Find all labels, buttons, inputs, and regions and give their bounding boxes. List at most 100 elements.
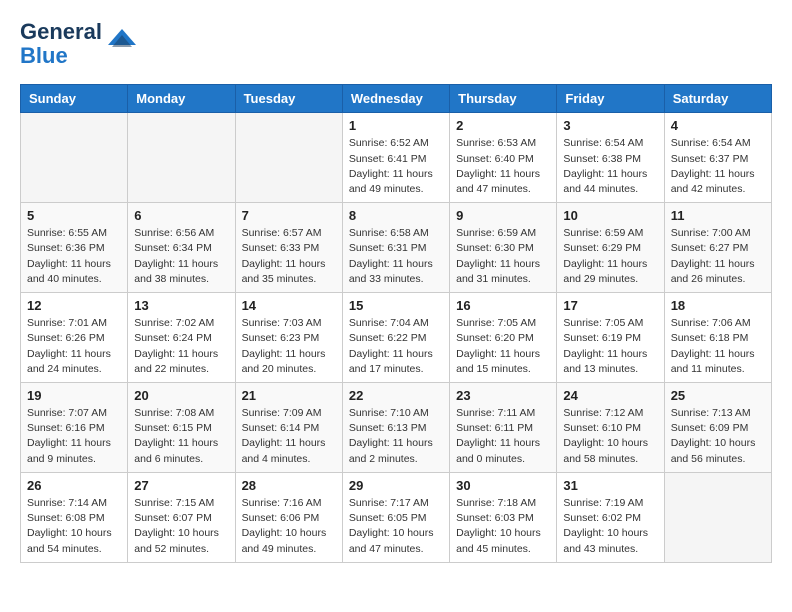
day-of-week-header: Saturday <box>664 85 771 113</box>
calendar-day-cell: 11 Sunrise: 7:00 AM Sunset: 6:27 PM Dayli… <box>664 203 771 293</box>
day-info: Sunrise: 7:17 AM Sunset: 6:05 PM Dayligh… <box>349 496 443 557</box>
calendar-day-cell: 25 Sunrise: 7:13 AM Sunset: 6:09 PM Dayli… <box>664 383 771 473</box>
logo-icon <box>108 25 136 53</box>
day-number: 11 <box>671 208 765 223</box>
day-number: 29 <box>349 478 443 493</box>
calendar-day-cell: 7 Sunrise: 6:57 AM Sunset: 6:33 PM Daylig… <box>235 203 342 293</box>
day-info: Sunrise: 7:00 AM Sunset: 6:27 PM Dayligh… <box>671 226 765 287</box>
day-info: Sunrise: 7:07 AM Sunset: 6:16 PM Dayligh… <box>27 406 121 467</box>
day-info: Sunrise: 7:14 AM Sunset: 6:08 PM Dayligh… <box>27 496 121 557</box>
calendar-day-cell: 20Sunrise: 7:08 AM Sunset: 6:15 PM Dayli… <box>128 383 235 473</box>
day-info: Sunrise: 6:56 AM Sunset: 6:34 PM Dayligh… <box>134 226 228 287</box>
calendar-header-row: SundayMondayTuesdayWednesdayThursdayFrid… <box>21 85 772 113</box>
calendar-day-cell: 31 Sunrise: 7:19 AM Sunset: 6:02 PM Dayli… <box>557 472 664 562</box>
calendar-day-cell: 4 Sunrise: 6:54 AM Sunset: 6:37 PM Daylig… <box>664 113 771 203</box>
day-number: 1 <box>349 118 443 133</box>
day-info: Sunrise: 7:06 AM Sunset: 6:18 PM Dayligh… <box>671 316 765 377</box>
calendar-day-cell: 14 Sunrise: 7:03 AM Sunset: 6:23 PM Dayli… <box>235 293 342 383</box>
day-of-week-header: Thursday <box>450 85 557 113</box>
day-info: Sunrise: 7:19 AM Sunset: 6:02 PM Dayligh… <box>563 496 657 557</box>
logo: General Blue <box>20 20 136 68</box>
day-info: Sunrise: 7:01 AM Sunset: 6:26 PM Dayligh… <box>27 316 121 377</box>
calendar-day-cell: 1 Sunrise: 6:52 AM Sunset: 6:41 PM Daylig… <box>342 113 449 203</box>
day-info: Sunrise: 7:13 AM Sunset: 6:09 PM Dayligh… <box>671 406 765 467</box>
day-of-week-header: Sunday <box>21 85 128 113</box>
day-info: Sunrise: 6:54 AM Sunset: 6:37 PM Dayligh… <box>671 136 765 197</box>
calendar-day-cell: 24 Sunrise: 7:12 AM Sunset: 6:10 PM Dayli… <box>557 383 664 473</box>
day-info: Sunrise: 6:57 AM Sunset: 6:33 PM Dayligh… <box>242 226 336 287</box>
calendar-table: SundayMondayTuesdayWednesdayThursdayFrid… <box>20 84 772 562</box>
day-number: 21 <box>242 388 336 403</box>
day-number: 28 <box>242 478 336 493</box>
calendar-day-cell: 19 Sunrise: 7:07 AM Sunset: 6:16 PM Dayli… <box>21 383 128 473</box>
day-info: Sunrise: 7:11 AM Sunset: 6:11 PM Dayligh… <box>456 406 550 467</box>
day-info: Sunrise: 6:53 AM Sunset: 6:40 PM Dayligh… <box>456 136 550 197</box>
page-header: General Blue <box>20 20 772 68</box>
day-info: Sunrise: 6:59 AM Sunset: 6:30 PM Dayligh… <box>456 226 550 287</box>
calendar-day-cell: 18 Sunrise: 7:06 AM Sunset: 6:18 PM Dayli… <box>664 293 771 383</box>
day-info: Sunrise: 7:12 AM Sunset: 6:10 PM Dayligh… <box>563 406 657 467</box>
day-number: 22 <box>349 388 443 403</box>
day-number: 25 <box>671 388 765 403</box>
calendar-week-row: 26 Sunrise: 7:14 AM Sunset: 6:08 PM Dayli… <box>21 472 772 562</box>
day-number: 18 <box>671 298 765 313</box>
calendar-week-row: 12 Sunrise: 7:01 AM Sunset: 6:26 PM Dayli… <box>21 293 772 383</box>
day-info: Sunrise: 6:52 AM Sunset: 6:41 PM Dayligh… <box>349 136 443 197</box>
calendar-day-cell <box>128 113 235 203</box>
calendar-day-cell: 23 Sunrise: 7:11 AM Sunset: 6:11 PM Dayli… <box>450 383 557 473</box>
day-number: 15 <box>349 298 443 313</box>
calendar-day-cell: 30 Sunrise: 7:18 AM Sunset: 6:03 PM Dayli… <box>450 472 557 562</box>
calendar-day-cell: 15 Sunrise: 7:04 AM Sunset: 6:22 PM Dayli… <box>342 293 449 383</box>
day-number: 7 <box>242 208 336 223</box>
day-number: 23 <box>456 388 550 403</box>
day-number: 19 <box>27 388 121 403</box>
calendar-day-cell: 10Sunrise: 6:59 AM Sunset: 6:29 PM Dayli… <box>557 203 664 293</box>
calendar-day-cell: 17Sunrise: 7:05 AM Sunset: 6:19 PM Dayli… <box>557 293 664 383</box>
calendar-week-row: 5Sunrise: 6:55 AM Sunset: 6:36 PM Daylig… <box>21 203 772 293</box>
calendar-day-cell: 3 Sunrise: 6:54 AM Sunset: 6:38 PM Daylig… <box>557 113 664 203</box>
day-info: Sunrise: 7:05 AM Sunset: 6:19 PM Dayligh… <box>563 316 657 377</box>
day-number: 8 <box>349 208 443 223</box>
day-info: Sunrise: 6:59 AM Sunset: 6:29 PM Dayligh… <box>563 226 657 287</box>
calendar-day-cell: 12 Sunrise: 7:01 AM Sunset: 6:26 PM Dayli… <box>21 293 128 383</box>
day-number: 12 <box>27 298 121 313</box>
day-info: Sunrise: 7:18 AM Sunset: 6:03 PM Dayligh… <box>456 496 550 557</box>
day-number: 9 <box>456 208 550 223</box>
calendar-day-cell: 9 Sunrise: 6:59 AM Sunset: 6:30 PM Daylig… <box>450 203 557 293</box>
day-number: 14 <box>242 298 336 313</box>
day-number: 4 <box>671 118 765 133</box>
day-info: Sunrise: 7:04 AM Sunset: 6:22 PM Dayligh… <box>349 316 443 377</box>
day-number: 30 <box>456 478 550 493</box>
calendar-day-cell: 27 Sunrise: 7:15 AM Sunset: 6:07 PM Dayli… <box>128 472 235 562</box>
day-number: 16 <box>456 298 550 313</box>
day-info: Sunrise: 7:03 AM Sunset: 6:23 PM Dayligh… <box>242 316 336 377</box>
calendar-day-cell <box>235 113 342 203</box>
day-info: Sunrise: 7:16 AM Sunset: 6:06 PM Dayligh… <box>242 496 336 557</box>
day-info: Sunrise: 7:05 AM Sunset: 6:20 PM Dayligh… <box>456 316 550 377</box>
day-of-week-header: Tuesday <box>235 85 342 113</box>
calendar-day-cell: 29 Sunrise: 7:17 AM Sunset: 6:05 PM Dayli… <box>342 472 449 562</box>
day-number: 26 <box>27 478 121 493</box>
day-of-week-header: Monday <box>128 85 235 113</box>
calendar-day-cell <box>664 472 771 562</box>
day-number: 31 <box>563 478 657 493</box>
calendar-day-cell: 22Sunrise: 7:10 AM Sunset: 6:13 PM Dayli… <box>342 383 449 473</box>
calendar-day-cell: 13Sunrise: 7:02 AM Sunset: 6:24 PM Dayli… <box>128 293 235 383</box>
day-info: Sunrise: 7:15 AM Sunset: 6:07 PM Dayligh… <box>134 496 228 557</box>
day-number: 6 <box>134 208 228 223</box>
calendar-day-cell: 2 Sunrise: 6:53 AM Sunset: 6:40 PM Daylig… <box>450 113 557 203</box>
day-number: 27 <box>134 478 228 493</box>
day-number: 5 <box>27 208 121 223</box>
day-number: 13 <box>134 298 228 313</box>
calendar-day-cell: 26 Sunrise: 7:14 AM Sunset: 6:08 PM Dayli… <box>21 472 128 562</box>
day-info: Sunrise: 6:54 AM Sunset: 6:38 PM Dayligh… <box>563 136 657 197</box>
day-number: 2 <box>456 118 550 133</box>
day-of-week-header: Friday <box>557 85 664 113</box>
calendar-day-cell: 16 Sunrise: 7:05 AM Sunset: 6:20 PM Dayli… <box>450 293 557 383</box>
day-number: 3 <box>563 118 657 133</box>
logo-text: General Blue <box>20 20 102 68</box>
calendar-day-cell: 21Sunrise: 7:09 AM Sunset: 6:14 PM Dayli… <box>235 383 342 473</box>
calendar-day-cell: 6 Sunrise: 6:56 AM Sunset: 6:34 PM Daylig… <box>128 203 235 293</box>
day-number: 24 <box>563 388 657 403</box>
calendar-day-cell: 28 Sunrise: 7:16 AM Sunset: 6:06 PM Dayli… <box>235 472 342 562</box>
